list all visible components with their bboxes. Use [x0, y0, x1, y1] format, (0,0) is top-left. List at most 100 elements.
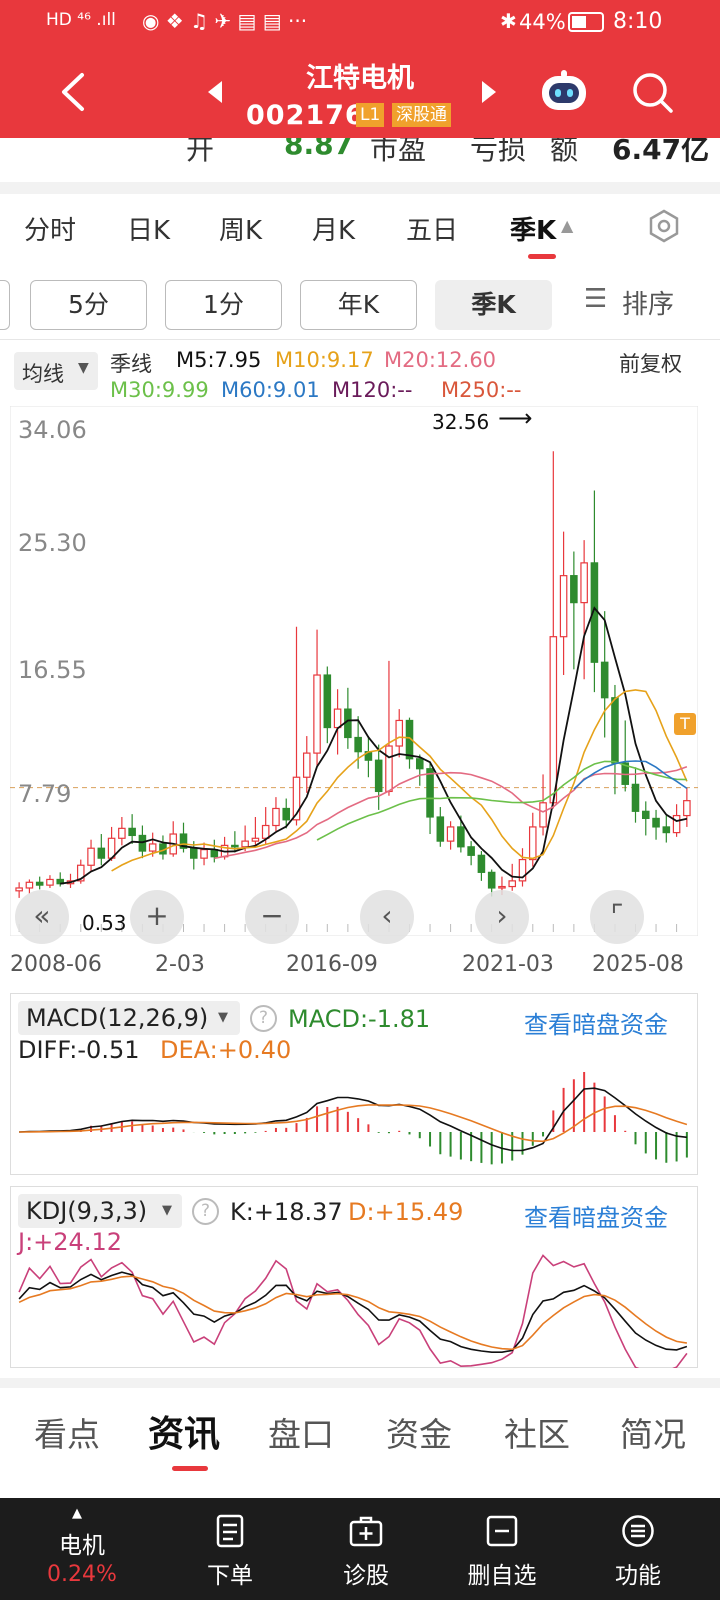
search-icon[interactable]: [630, 70, 676, 116]
nav-diagnose-label: 诊股: [343, 1563, 389, 1589]
macd-dropdown[interactable]: MACD(12,26,9) ▼: [18, 1001, 240, 1035]
stock-mini-quote[interactable]: ▲ 电机 0.24%: [22, 1498, 142, 1600]
candle-down: [662, 826, 671, 834]
caret-up-icon: ▲: [72, 1506, 82, 1521]
date-tick: 2-03: [155, 952, 205, 977]
divider: [0, 1378, 720, 1388]
ma-m250: M250:--: [441, 378, 522, 402]
chip-5min[interactable]: 5分: [30, 280, 147, 330]
tab-month-k[interactable]: 月K: [312, 210, 355, 247]
tab-kandian[interactable]: 看点: [34, 1408, 100, 1456]
tab-funds[interactable]: 资金: [386, 1408, 452, 1456]
candle-up: [302, 752, 311, 778]
low-marker-label: 0.53: [82, 911, 127, 935]
help-icon[interactable]: ?: [250, 1005, 277, 1032]
kdj-k: K:+18.37: [230, 1198, 343, 1226]
candle-down: [477, 854, 486, 873]
nav-remove-watchlist[interactable]: 删自选: [442, 1498, 562, 1600]
kdj-d: D:+15.49: [348, 1198, 464, 1226]
back-icon[interactable]: [58, 72, 88, 112]
tab-five-day[interactable]: 五日: [406, 210, 458, 247]
candle-up: [46, 878, 54, 886]
scroll-right-icon[interactable]: ›: [475, 890, 529, 944]
candle-down: [641, 810, 650, 820]
nav-remove-label: 删自选: [467, 1563, 537, 1589]
open-label: 开: [186, 138, 215, 166]
kdj-title: KDJ(9,3,3): [26, 1197, 148, 1225]
tab-quarter-k[interactable]: 季K: [510, 210, 556, 247]
candle-up: [683, 800, 691, 817]
dark-pool-link[interactable]: 查看暗盘资金: [524, 1005, 668, 1040]
candle-up: [539, 802, 547, 828]
dea-line: [19, 1104, 688, 1143]
candle-up: [148, 843, 157, 852]
candlestick-chart[interactable]: [10, 406, 698, 936]
kdj-dropdown[interactable]: KDJ(9,3,3) ▼: [18, 1194, 182, 1228]
help-icon[interactable]: ?: [192, 1198, 219, 1225]
candle-up: [559, 575, 568, 638]
tab-day-k[interactable]: 日K: [127, 210, 170, 247]
prev-stock-icon[interactable]: [208, 81, 222, 103]
zoom-out-icon[interactable]: −: [245, 890, 299, 944]
next-stock-icon[interactable]: [482, 81, 496, 103]
high-marker-label: 32.56: [432, 410, 490, 434]
chip-year-k[interactable]: 年K: [300, 280, 417, 330]
candle-up: [241, 840, 249, 848]
divider: [0, 339, 720, 340]
sort-label[interactable]: 排序: [622, 284, 674, 321]
t-marker: T: [674, 713, 696, 735]
tab-fenshi[interactable]: 分时: [24, 210, 76, 247]
stock-name: 江特电机: [306, 63, 414, 94]
ma-m10: M10:9.17: [275, 348, 374, 372]
robot-assistant-icon[interactable]: [540, 70, 588, 114]
nav-diagnose[interactable]: 诊股: [306, 1498, 426, 1600]
chip-partial[interactable]: [0, 280, 10, 330]
candle-down: [189, 847, 198, 859]
adjust-mode[interactable]: 前复权: [619, 348, 682, 378]
tab-indicator: [528, 254, 556, 259]
settings-hexagon-icon[interactable]: [646, 208, 682, 244]
candle-up: [549, 636, 558, 804]
quote-row: 开 8.87 市盈 亏损 额 6.47亿: [0, 138, 720, 182]
rewind-icon[interactable]: «: [15, 890, 69, 944]
diff-line: [19, 1087, 687, 1152]
mini-stock-name: 电机: [59, 1533, 105, 1559]
tab-community[interactable]: 社区: [504, 1408, 570, 1456]
tab-indicator: [172, 1466, 208, 1471]
candle-up: [15, 887, 23, 892]
nav-functions[interactable]: 功能: [578, 1498, 698, 1600]
medical-kit-icon: [349, 1516, 383, 1547]
tab-profile[interactable]: 简况: [620, 1408, 686, 1456]
notification-icons: ◉ ❖ ♫ ✈ ▤ ▤ ···: [142, 9, 308, 33]
order-icon: [216, 1514, 244, 1548]
battery-percent: 44%: [519, 10, 566, 34]
candle-down: [128, 827, 136, 837]
tab-news[interactable]: 资讯: [148, 1405, 220, 1457]
chip-quarter-k[interactable]: 季K: [435, 280, 552, 330]
sort-icon[interactable]: ☰: [584, 284, 607, 314]
scroll-left-icon[interactable]: ‹: [360, 890, 414, 944]
fullscreen-icon[interactable]: ⌜: [590, 890, 644, 944]
candle-down: [600, 661, 609, 699]
menu-circle-icon: [622, 1515, 654, 1547]
ma-dropdown[interactable]: 均线 ▼: [14, 352, 98, 390]
candle-down: [570, 575, 578, 604]
tab-pankou[interactable]: 盘口: [268, 1408, 334, 1456]
macd-value: MACD:-1.81: [288, 1005, 431, 1033]
candle-up: [508, 880, 517, 888]
status-left-icons: HD ⁴⁶ .ıll: [46, 10, 116, 30]
bottom-nav: ▲ 电机 0.24% 下单 诊股 删自选 功能: [0, 1498, 720, 1600]
candle-down: [457, 826, 465, 848]
chip-1min[interactable]: 1分: [165, 280, 282, 330]
candle-up: [580, 562, 588, 604]
candle-down: [611, 697, 619, 764]
price-tick: 16.55: [18, 656, 87, 684]
candle-up: [672, 814, 681, 834]
candle-up: [395, 719, 404, 747]
ma-dropdown-label: 均线: [22, 362, 64, 386]
zoom-in-icon[interactable]: +: [130, 890, 184, 944]
candle-down: [652, 817, 660, 828]
nav-order[interactable]: 下单: [170, 1498, 290, 1600]
tab-week-k[interactable]: 周K: [219, 210, 262, 247]
ma-m20: M20:12.60: [384, 348, 497, 372]
